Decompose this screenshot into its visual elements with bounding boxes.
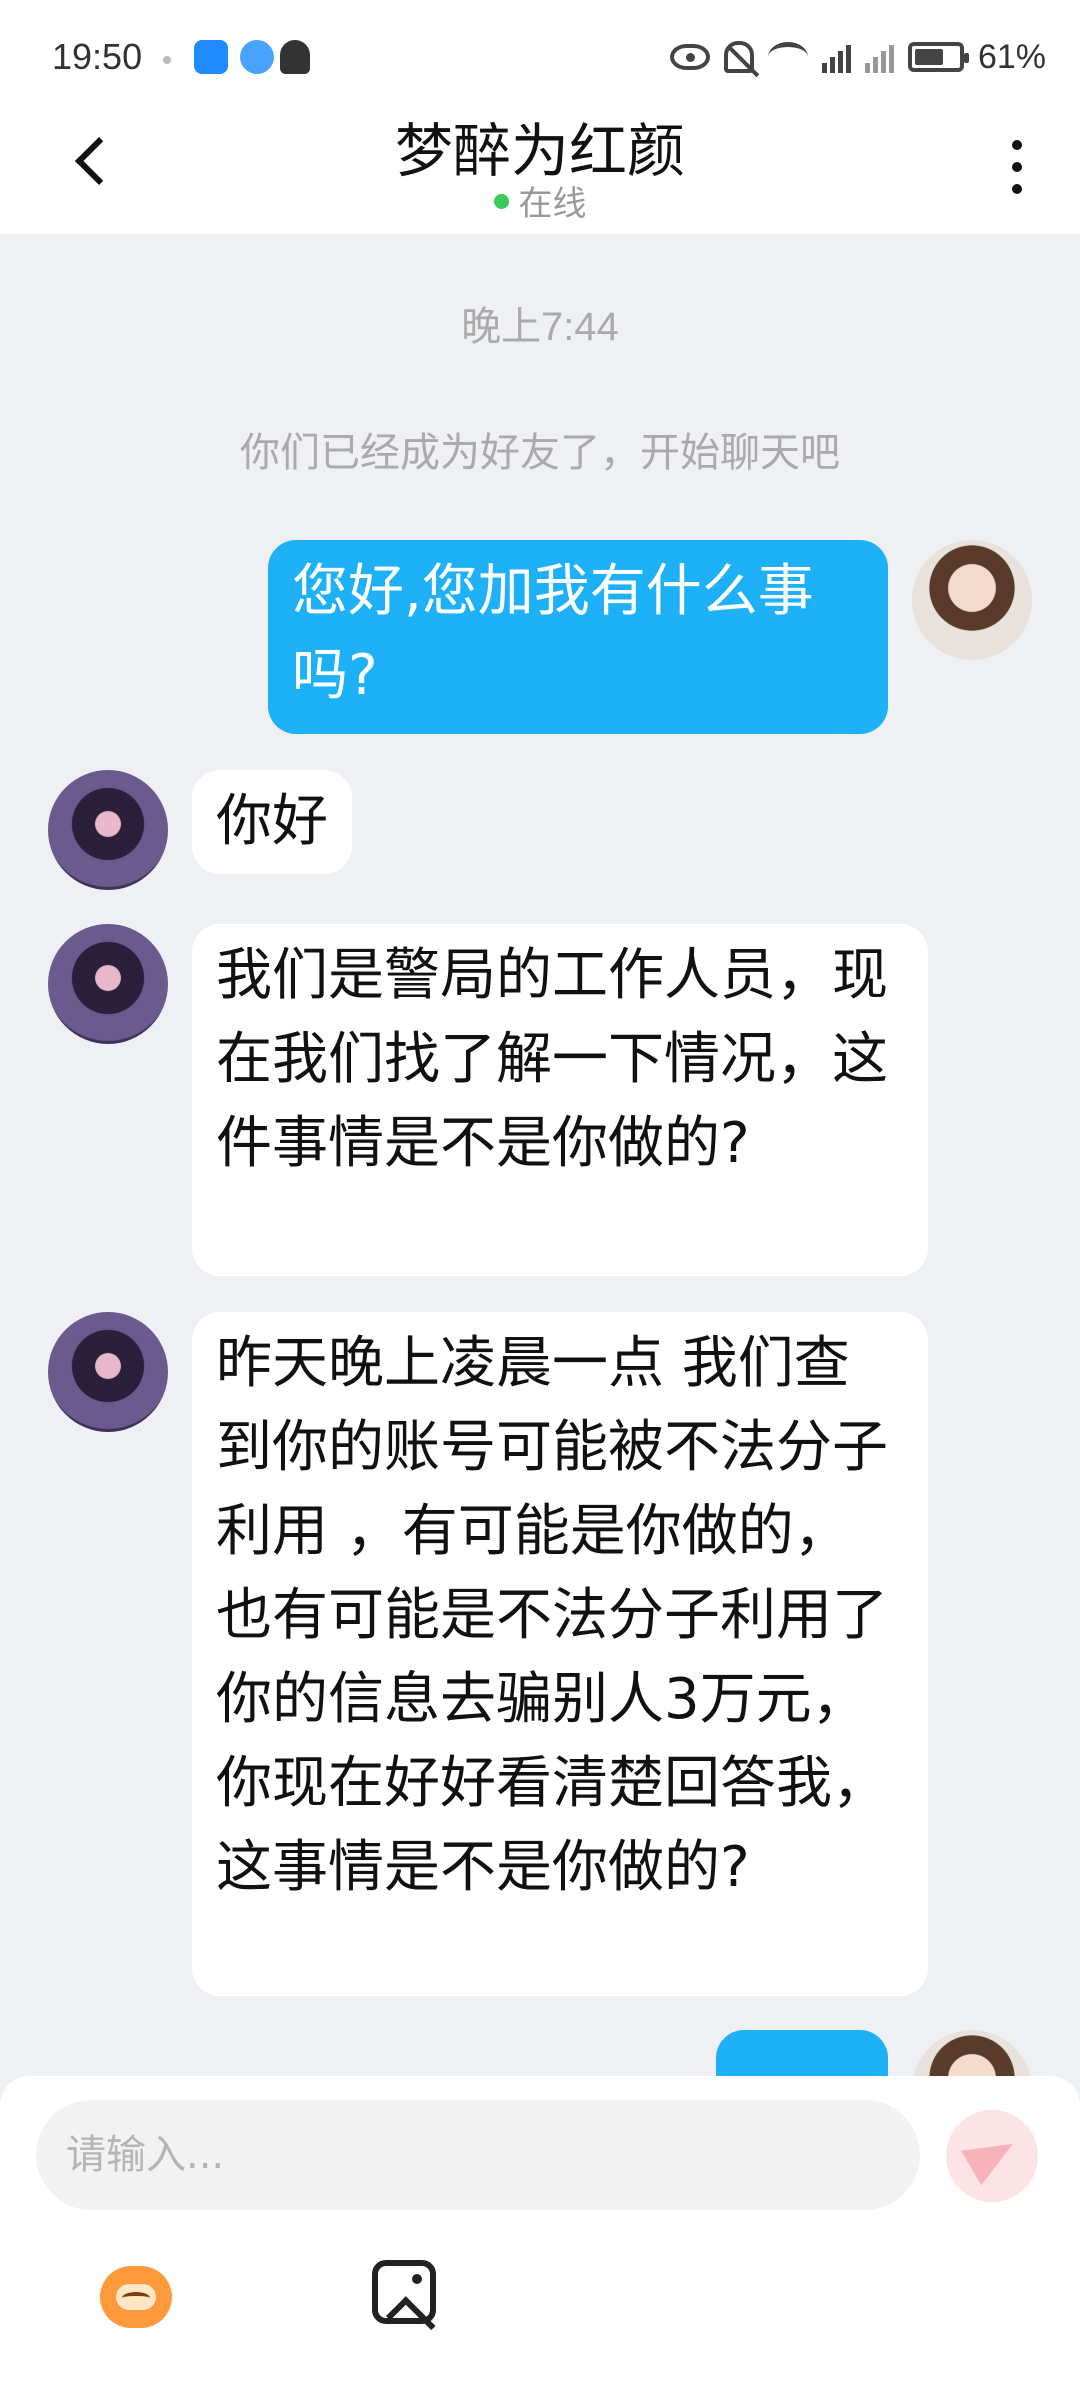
time-separator: 晚上7:44 (461, 305, 619, 349)
online-status: 在线 (0, 176, 1080, 225)
online-status-label: 在线 (518, 184, 587, 224)
signal-icon (864, 41, 894, 73)
contact-avatar[interactable] (48, 924, 168, 1044)
message-list[interactable]: 晚上7:44 你们已经成为好友了，开始聊天吧 您好,您加我有什么事吗? 你好 我… (0, 234, 1080, 2076)
contact-avatar[interactable] (48, 770, 168, 890)
emoji-icon (100, 2266, 172, 2328)
status-icons: 61% (669, 32, 1046, 82)
message-bubble-contact[interactable]: 我们是警局的工作人员，现在我们找了解一下情况，这件事情是不是你做的? (192, 924, 928, 1276)
contact-avatar[interactable] (48, 1312, 168, 1432)
eye-comfort-icon (669, 44, 710, 70)
wifi-icon (767, 42, 808, 72)
qq-notification-icon (280, 40, 310, 74)
system-message: 你们已经成为好友了，开始聊天吧 (240, 430, 840, 476)
message-composer (0, 2076, 1080, 2388)
notification-dot-icon (163, 56, 171, 64)
my-avatar[interactable] (912, 540, 1032, 660)
app-notification-icon (194, 40, 228, 74)
signal-5g-icon (821, 41, 851, 73)
online-dot-icon (493, 194, 509, 209)
message-bubble-contact[interactable]: 昨天晚上凌晨一点 我们查到你的账号可能被不法分子利用 ，有可能是你做的，也有可能… (192, 1312, 928, 1996)
image-picker-icon[interactable] (372, 2260, 436, 2324)
status-time: 19:50 (52, 36, 143, 77)
message-bubble-contact[interactable]: 你好 (192, 770, 352, 874)
message-bubble-mine[interactable]: 您好,您加我有什么事吗? (268, 540, 888, 734)
browser-notification-icon (240, 40, 274, 74)
battery-percent: 61% (977, 37, 1046, 76)
send-button[interactable] (946, 2110, 1038, 2202)
chat-header: 梦醉为红颜 在线 (0, 96, 1080, 234)
my-avatar[interactable] (912, 2030, 1032, 2076)
muted-bell-icon (723, 41, 754, 73)
battery-icon (907, 42, 969, 72)
emoji-button[interactable] (94, 2256, 178, 2334)
send-icon (961, 2126, 1023, 2186)
message-bubble-mine-partial[interactable] (716, 2030, 888, 2076)
message-input[interactable] (36, 2100, 920, 2210)
more-menu-button[interactable] (1002, 136, 1032, 198)
